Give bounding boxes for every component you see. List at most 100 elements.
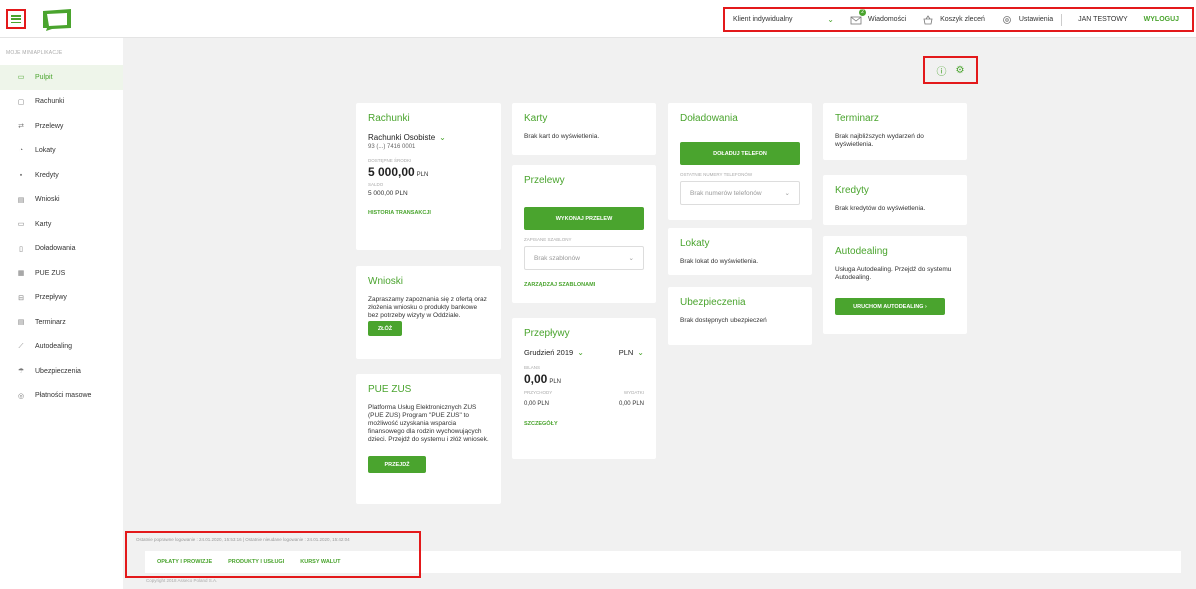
dashboard-tools: ⓘ ⚙ bbox=[923, 56, 978, 84]
lokaty-empty-text: Brak lokat do wyświetlenia. bbox=[680, 258, 759, 265]
templates-label: ZAPISANE SZABLONY bbox=[524, 237, 572, 242]
sidebar-item-label: Rachunki bbox=[35, 98, 65, 106]
pue-go-button[interactable]: PRZEJDŹ bbox=[368, 456, 426, 473]
phone-icon: ▯ bbox=[19, 245, 23, 253]
available-label: DOSTĘPNE ŚRODKI bbox=[368, 158, 412, 163]
terminarz-card: Terminarz Brak najbliższych wydarzeń do … bbox=[823, 103, 967, 160]
sidebar-item-label: Lokaty bbox=[35, 147, 56, 155]
currency-selector[interactable]: PLN ⌄ bbox=[619, 348, 644, 357]
recent-numbers-label: OSTATNIE NUMERY TELEFONÓW bbox=[680, 172, 753, 177]
expense-label: WYDATKI bbox=[623, 390, 644, 395]
history-link[interactable]: HISTORIA TRANSAKCJI bbox=[368, 210, 489, 216]
sidebar-item-rachunki[interactable]: ▢ Rachunki bbox=[0, 90, 123, 115]
sidebar-item-terminarz[interactable]: ▤ Terminarz bbox=[0, 310, 123, 335]
basket-icon bbox=[922, 14, 934, 26]
chevron-down-icon: ⌄ bbox=[637, 348, 644, 357]
loan-icon: ▪ bbox=[19, 171, 23, 179]
top-navigation: Klient indywidualny ⌄ 2 Wiadomości Koszy… bbox=[723, 7, 1194, 32]
logout-link[interactable]: WYLOGUJ bbox=[1136, 9, 1187, 30]
user-name: JAN TESTOWY bbox=[1078, 16, 1128, 23]
sidebar-item-label: Kredyty bbox=[35, 171, 59, 179]
umbrella-icon: ☂ bbox=[17, 368, 25, 376]
bilans-label: BILANS bbox=[524, 365, 541, 370]
make-transfer-button[interactable]: WYKONAJ PRZELEW bbox=[524, 207, 644, 230]
phone-number-placeholder: Brak numerów telefonów bbox=[690, 189, 762, 197]
chevron-down-icon: ⌄ bbox=[577, 348, 584, 357]
top-bar: Klient indywidualny ⌄ 2 Wiadomości Koszy… bbox=[0, 0, 1196, 38]
cart-label: Koszyk zleceń bbox=[940, 16, 985, 23]
sidebar-item-pulpit[interactable]: ▭ Pulpit bbox=[0, 65, 123, 90]
customize-icon[interactable]: ⚙ bbox=[956, 65, 965, 76]
kredyty-card: Kredyty Brak kredytów do wyświetlenia. bbox=[823, 175, 967, 225]
sidebar-item-label: Przepływy bbox=[35, 294, 67, 302]
card-icon: ▭ bbox=[17, 221, 25, 229]
card-title: Kredyty bbox=[835, 185, 869, 196]
sidebar-item-label: Doładowania bbox=[35, 245, 76, 253]
bank-logo-icon[interactable] bbox=[40, 8, 74, 32]
sidebar-item-label: Karty bbox=[35, 220, 52, 228]
phone-number-select[interactable]: Brak numerów telefonów ⌄ bbox=[680, 181, 800, 205]
wnioski-text: Zapraszamy zapoznania się z ofertą oraz … bbox=[368, 296, 487, 319]
cart-link[interactable]: Koszyk zleceń bbox=[914, 9, 993, 30]
expense-value: 0,00 PLN bbox=[618, 401, 644, 407]
messages-label: Wiadomości bbox=[868, 16, 907, 23]
przelewy-card: Przelewy WYKONAJ PRZELEW ZAPISANE SZABLO… bbox=[512, 165, 656, 303]
sidebar-item-doladowania[interactable]: ▯ Doładowania bbox=[0, 237, 123, 262]
bilans-value: 0,00 bbox=[524, 372, 548, 386]
sidebar-item-label: Pulpit bbox=[35, 73, 53, 81]
top-up-phone-button[interactable]: DOŁADUJ TELEFON bbox=[680, 142, 800, 165]
income-value: 0,00 PLN bbox=[524, 401, 550, 407]
autodealing-text: Usługa Autodealing. Przejdź do systemu A… bbox=[835, 266, 952, 281]
start-autodealing-button[interactable]: URUCHOM AUTODEALING › bbox=[835, 298, 945, 315]
client-label: Klient indywidualny bbox=[733, 16, 793, 23]
ubezpieczenia-empty-text: Brak dostępnych ubezpieczeń bbox=[680, 317, 767, 324]
sidebar-item-lokaty[interactable]: ◔ Lokaty bbox=[0, 139, 123, 164]
card-title: Lokaty bbox=[680, 238, 710, 249]
application-icon: ▤ bbox=[17, 196, 25, 204]
month-selector[interactable]: Grudzień 2019 ⌄ bbox=[524, 348, 584, 357]
account-selector[interactable]: Rachunki Osobiste ⌄ bbox=[368, 133, 489, 142]
sidebar-item-karty[interactable]: ▭ Karty bbox=[0, 212, 123, 237]
sidebar-item-przeplywy[interactable]: ⊟ Przepływy bbox=[0, 286, 123, 311]
sidebar-item-pue-zus[interactable]: ▦ PUE ZUS bbox=[0, 261, 123, 286]
card-title: Karty bbox=[524, 113, 548, 124]
dashboard-icon: ▭ bbox=[17, 74, 25, 82]
card-title: PUE ZUS bbox=[368, 384, 412, 395]
card-title: Przelewy bbox=[524, 175, 565, 186]
lokaty-card: Lokaty Brak lokat do wyświetlenia. bbox=[668, 228, 812, 275]
chevron-down-icon: ⌄ bbox=[628, 255, 634, 262]
hamburger-icon bbox=[11, 15, 21, 23]
karty-empty-text: Brak kart do wyświetlenia. bbox=[524, 133, 600, 140]
info-icon[interactable]: ⓘ bbox=[937, 63, 947, 78]
pue-zus-card: PUE ZUS Platforma Usług Elektronicznych … bbox=[356, 374, 501, 504]
client-selector[interactable]: Klient indywidualny ⌄ bbox=[725, 9, 842, 30]
card-title: Wnioski bbox=[368, 276, 404, 287]
sidebar-item-autodealing[interactable]: ⟋ Autodealing bbox=[0, 335, 123, 360]
sidebar-item-przelewy[interactable]: ⇄ Przelewy bbox=[0, 114, 123, 139]
messages-link[interactable]: 2 Wiadomości bbox=[842, 8, 914, 30]
karty-card: Karty Brak kart do wyświetlenia. bbox=[512, 103, 656, 155]
przeplywy-card: Przepływy Grudzień 2019 ⌄ PLN ⌄ BILANS 0,0… bbox=[512, 318, 656, 459]
sidebar-item-label: Płatności masowe bbox=[35, 392, 92, 400]
card-title: Terminarz bbox=[835, 113, 879, 124]
chevron-down-icon: ⌄ bbox=[827, 15, 834, 24]
sidebar-item-platnosci-masowe[interactable]: ◎ Płatności masowe bbox=[0, 384, 123, 409]
manage-templates-link[interactable]: ZARZĄDZAJ SZABLONAMI bbox=[524, 282, 644, 288]
available-currency: PLN bbox=[416, 172, 429, 178]
details-link[interactable]: SZCZEGÓŁY bbox=[524, 421, 644, 427]
income-label: PRZYCHODY bbox=[524, 390, 553, 395]
templates-placeholder: Brak szablonów bbox=[534, 254, 580, 262]
card-title: Ubezpieczenia bbox=[680, 297, 746, 308]
sidebar-item-ubezpieczenia[interactable]: ☂ Ubezpieczenia bbox=[0, 359, 123, 384]
sidebar-section-title: MOJE MINIAPLIKACJE bbox=[6, 50, 63, 56]
kredyty-empty-text: Brak kredytów do wyświetlenia. bbox=[835, 205, 926, 212]
sidebar-item-wnioski[interactable]: ▤ Wnioski bbox=[0, 188, 123, 213]
copyright: Copyright 2018 Asseco Poland S.A. bbox=[146, 578, 218, 583]
submit-application-button[interactable]: ZŁÓŻ bbox=[368, 321, 402, 336]
sidebar-item-label: Ubezpieczenia bbox=[35, 367, 81, 375]
sidebar-item-label: Przelewy bbox=[35, 122, 64, 130]
templates-select[interactable]: Brak szablonów ⌄ bbox=[524, 246, 644, 270]
settings-link[interactable]: Ustawienia bbox=[993, 9, 1061, 30]
sidebar-item-kredyty[interactable]: ▪ Kredyty bbox=[0, 163, 123, 188]
menu-button[interactable] bbox=[6, 9, 26, 29]
